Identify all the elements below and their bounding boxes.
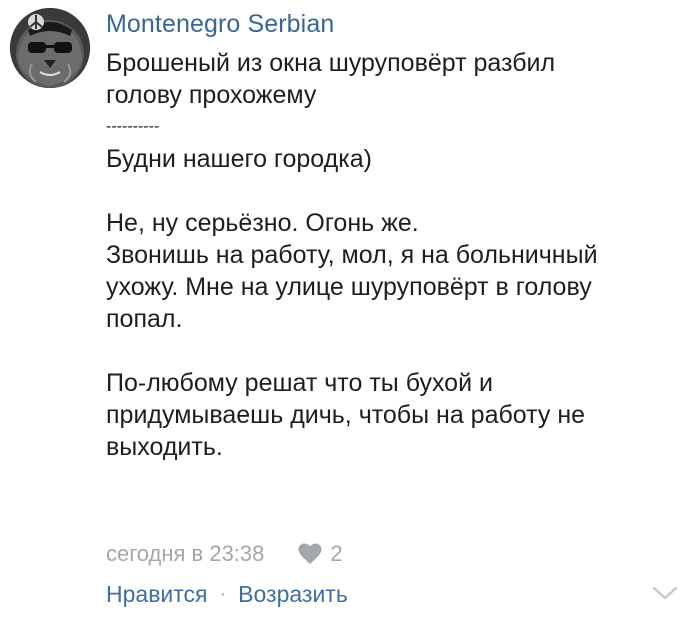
comment-meta: сегодня в 23:38 2 (106, 537, 343, 571)
text-line: попал. (106, 305, 183, 333)
text-line: придумываешь дичь, чтобы на работу не (106, 401, 586, 429)
heart-icon (298, 543, 322, 564)
chevron-down-icon (652, 586, 678, 600)
text-line: Будни нашего городка) (106, 145, 372, 173)
text-line: ухожу. Мне на улице шуруповёрт в голову (106, 273, 592, 301)
text-line: Брошеный из окна шуруповёрт разбил (106, 49, 556, 77)
likes-count: 2 (330, 541, 343, 566)
comment-actions: Нравится · Возразить (106, 576, 348, 612)
like-button[interactable]: Нравится (106, 581, 208, 608)
avatar[interactable] (10, 8, 90, 88)
author-name[interactable]: Montenegro Serbian (106, 8, 680, 40)
text-separator: ---------- (106, 118, 160, 135)
text-line: Звонишь на работу, мол, я на больничный (106, 241, 598, 269)
text-line: Не, ну серьёзно. Огонь же. (106, 209, 419, 237)
comment-body: Montenegro Serbian Брошеный из окна шуру… (106, 8, 680, 463)
lion-avatar-icon (10, 8, 90, 88)
text-line: По-любому решат что ты бухой и (106, 369, 493, 397)
timestamp: сегодня в 23:38 (106, 541, 265, 566)
likes[interactable]: 2 (298, 541, 343, 567)
comment-text: Брошеный из окна шуруповёрт разбил голов… (106, 47, 680, 463)
reply-button[interactable]: Возразить (238, 581, 348, 608)
text-line: голову прохожему (106, 81, 317, 109)
text-line: выходить. (106, 433, 223, 461)
separator-dot: · (219, 582, 227, 605)
expand-button[interactable] (650, 583, 680, 603)
